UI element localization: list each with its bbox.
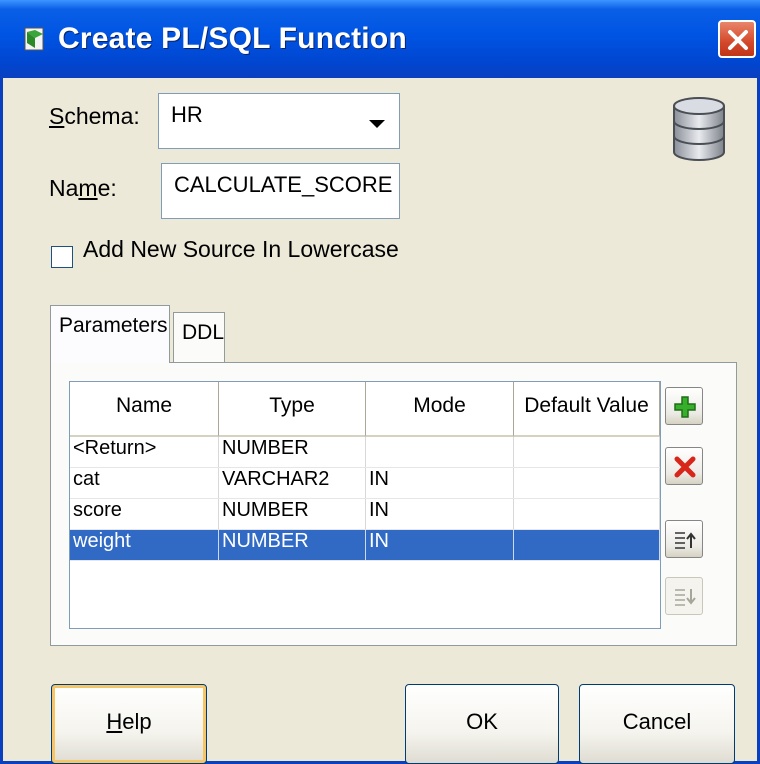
cell-type: NUMBER — [219, 499, 366, 529]
cell-default — [514, 468, 660, 498]
column-header-name[interactable]: Name — [70, 382, 219, 437]
help-button[interactable]: Help — [51, 684, 207, 764]
schema-select[interactable]: HR — [158, 93, 400, 149]
chevron-down-icon[interactable] — [369, 120, 385, 128]
remove-parameter-button[interactable] — [665, 447, 703, 485]
column-header-default-value[interactable]: Default Value — [514, 382, 660, 437]
cancel-button[interactable]: Cancel — [579, 684, 735, 764]
table-row[interactable]: score NUMBER IN — [70, 499, 660, 530]
cell-name: cat — [70, 468, 219, 498]
schema-value: HR — [171, 102, 203, 127]
cell-default — [514, 437, 660, 467]
cell-name: <Return> — [70, 437, 219, 467]
move-down-icon — [675, 589, 696, 606]
close-button[interactable] — [718, 20, 756, 58]
cell-name: score — [70, 499, 219, 529]
column-header-mode[interactable]: Mode — [366, 382, 514, 437]
table-header: Name Type Mode Default Value — [70, 382, 660, 437]
cell-mode: IN — [366, 499, 514, 529]
lowercase-label[interactable]: Add New Source In Lowercase — [83, 236, 399, 263]
add-icon — [674, 396, 696, 418]
tab-ddl[interactable]: DDL — [173, 312, 225, 364]
move-down-button[interactable] — [665, 577, 703, 615]
cell-default — [514, 530, 660, 560]
cell-mode — [366, 437, 514, 467]
tab-parameters[interactable]: Parameters — [50, 305, 170, 363]
move-up-button[interactable] — [665, 520, 703, 558]
name-input[interactable]: CALCULATE_SCORE — [161, 163, 400, 219]
create-plsql-function-dialog: Create PL/SQL Function Schema: HR Name: … — [0, 0, 760, 764]
cell-mode: IN — [366, 530, 514, 560]
cell-name: weight — [70, 530, 219, 560]
lowercase-checkbox[interactable] — [51, 246, 73, 268]
cell-type: VARCHAR2 — [219, 468, 366, 498]
cell-type: NUMBER — [219, 530, 366, 560]
parameters-table[interactable]: Name Type Mode Default Value <Return> NU… — [69, 381, 661, 629]
table-row[interactable]: cat VARCHAR2 IN — [70, 468, 660, 499]
column-header-type[interactable]: Type — [219, 382, 366, 437]
plsql-function-icon — [24, 27, 44, 51]
schema-label: Schema: — [49, 103, 140, 129]
close-icon — [728, 30, 748, 50]
cell-mode: IN — [366, 468, 514, 498]
table-row[interactable]: <Return> NUMBER — [70, 437, 660, 468]
ok-button[interactable]: OK — [405, 684, 559, 764]
name-label: Name: — [49, 175, 117, 201]
dialog-title: Create PL/SQL Function — [58, 22, 407, 55]
database-icon — [673, 97, 725, 161]
cell-type: NUMBER — [219, 437, 366, 467]
title-bar[interactable]: Create PL/SQL Function — [0, 0, 760, 78]
move-up-icon — [675, 532, 696, 549]
cell-default — [514, 499, 660, 529]
table-row-selected[interactable]: weight NUMBER IN — [70, 530, 660, 561]
delete-icon — [674, 456, 696, 478]
add-parameter-button[interactable] — [665, 387, 703, 425]
